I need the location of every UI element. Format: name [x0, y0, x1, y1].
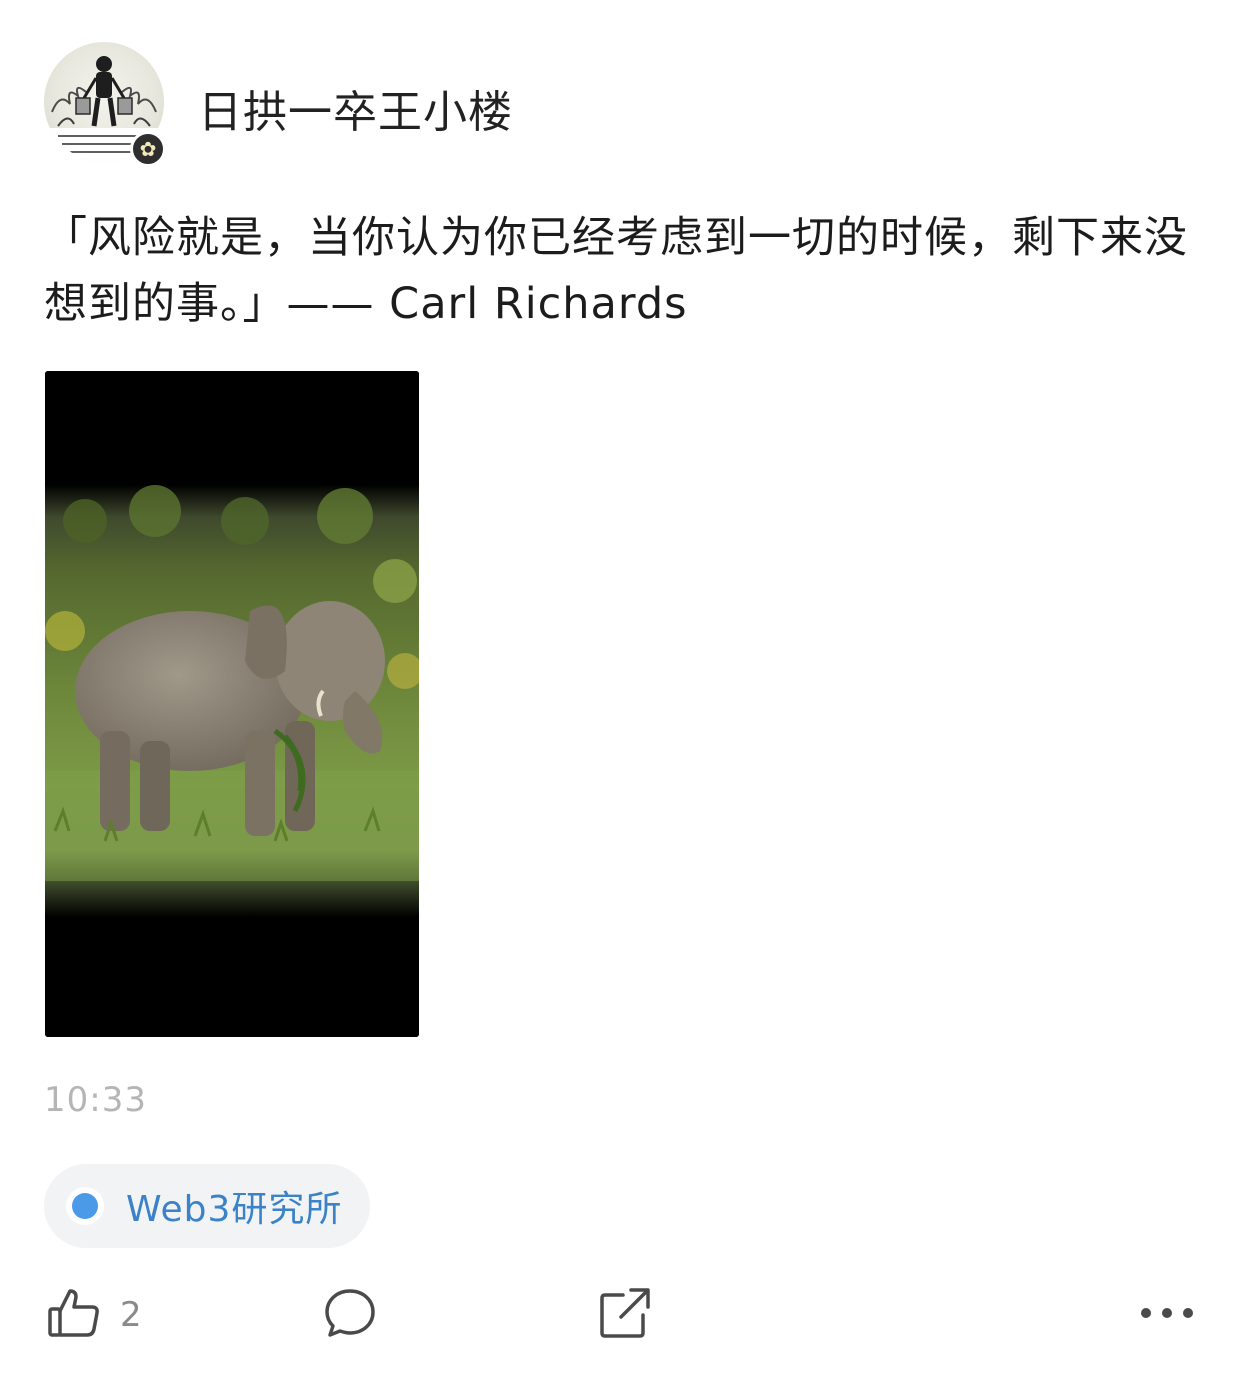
share-button[interactable] [597, 1280, 653, 1350]
more-button[interactable] [1140, 1280, 1194, 1350]
author-name[interactable]: 日拱一卒王小楼 [198, 76, 513, 140]
thumbs-up-icon [46, 1285, 102, 1345]
topic-label: Web3研究所 [126, 1189, 343, 1230]
post-timestamp: 10:33 [44, 1080, 147, 1120]
more-icon [1140, 1303, 1194, 1327]
topic-chip[interactable]: Web3研究所 [44, 1164, 370, 1248]
share-icon [597, 1285, 653, 1345]
post-text: 「风险就是，当你认为你已经考虑到一切的时候，剩下来没想到的事。」—— Carl … [44, 213, 1188, 329]
like-count: 2 [120, 1295, 142, 1335]
like-button[interactable]: 2 [46, 1280, 142, 1350]
comment-button[interactable] [322, 1280, 378, 1350]
comment-icon [322, 1285, 378, 1345]
topic-dot-icon [66, 1187, 104, 1225]
flower-badge-icon: ✿ [130, 131, 166, 167]
action-bar: 2 [0, 1280, 1241, 1350]
post-image[interactable] [45, 371, 419, 1037]
